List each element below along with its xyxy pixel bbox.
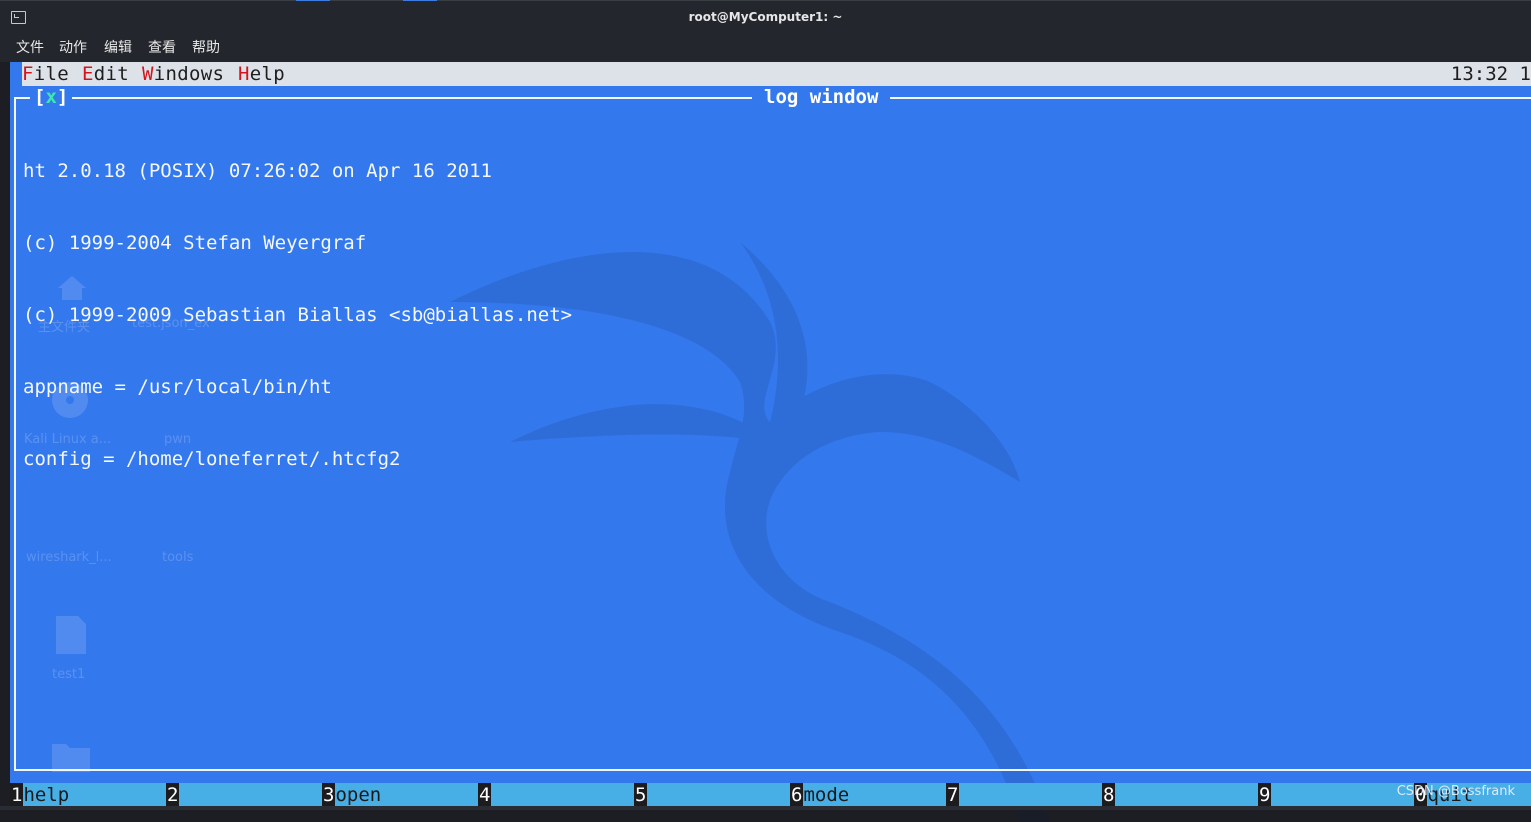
log-line: config = /home/loneferret/.htcfg2 xyxy=(23,448,401,470)
log-line: ht 2.0.18 (POSIX) 07:26:02 on Apr 16 201… xyxy=(23,160,492,182)
log-window-close-button[interactable]: [x] xyxy=(30,86,73,110)
menu-help[interactable]: 帮助 xyxy=(192,37,220,57)
log-window-content: ht 2.0.18 (POSIX) 07:26:02 on Apr 16 201… xyxy=(23,111,572,519)
ht-menu-windows[interactable]: Windows xyxy=(142,63,224,85)
bottom-strip xyxy=(0,806,1531,810)
ht-menu-edit[interactable]: Edit xyxy=(82,63,129,85)
log-line: (c) 1999-2004 Stefan Weyergraf xyxy=(23,232,367,254)
window-title: root@MyComputer1: ~ xyxy=(688,10,843,24)
terminal-area[interactable]: 主文件夹 test.json_ex Kali Linux a... pwn wi… xyxy=(10,62,1531,822)
menu-view[interactable]: 查看 xyxy=(148,37,176,57)
menu-action[interactable]: 动作 xyxy=(59,37,87,57)
ht-menu-file[interactable]: File xyxy=(22,63,69,85)
ht-clock: 13:32 1 xyxy=(1450,63,1531,85)
window-titlebar: root@MyComputer1: ~ xyxy=(0,0,1531,34)
log-line: appname = /usr/local/bin/ht xyxy=(23,376,332,398)
titlebar-accent-line xyxy=(296,0,330,1)
menu-edit[interactable]: 编辑 xyxy=(104,37,132,57)
ht-menubar: File Edit Windows Help 13:32 1 xyxy=(22,62,1531,86)
ht-menu-help[interactable]: Help xyxy=(238,63,285,85)
log-line: (c) 1999-2009 Sebastian Biallas <sb@bial… xyxy=(23,304,573,326)
terminal-menubar: 文件 动作 编辑 查看 帮助 xyxy=(0,34,1531,62)
menu-file[interactable]: 文件 xyxy=(16,37,44,57)
csdn-watermark: CSDN @Bossfrank xyxy=(1396,784,1515,799)
log-window-title: log window xyxy=(752,86,891,110)
close-icon[interactable]: x xyxy=(45,86,56,108)
titlebar-accent-line xyxy=(403,0,437,1)
